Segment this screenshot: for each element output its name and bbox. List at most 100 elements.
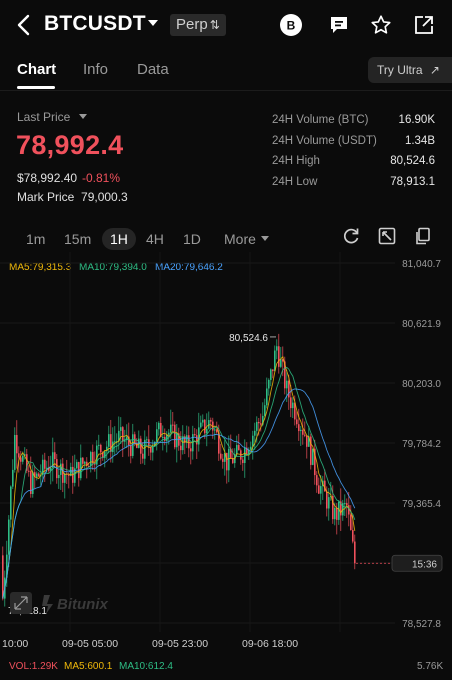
candle-body [208, 420, 210, 429]
candle-body [54, 452, 56, 460]
candle-body [276, 346, 278, 351]
candle-body [76, 462, 78, 469]
mark-price-label: Mark Price [17, 190, 75, 204]
candle-body [46, 467, 48, 469]
candle-body [316, 475, 318, 486]
stat-label: 24H Low [272, 176, 318, 188]
refresh-icon[interactable] [338, 223, 364, 249]
candle-body [28, 470, 30, 472]
candle-body [172, 424, 174, 426]
more-dropdown-icon[interactable] [261, 236, 269, 241]
candle-body [296, 419, 298, 425]
candle-body [188, 435, 190, 449]
candle-body [200, 422, 202, 428]
candle-body [326, 491, 328, 509]
candle-body [260, 423, 262, 425]
back-arrow-icon[interactable] [12, 12, 34, 38]
candle-body [18, 453, 20, 458]
candle-body [170, 424, 172, 433]
candle-body [280, 359, 282, 367]
candle-body [318, 485, 320, 494]
try-ultra-button[interactable]: Try Ultra ↗ [368, 57, 452, 83]
candle-body [256, 421, 258, 431]
candle-body [240, 450, 242, 460]
candle-body [190, 448, 192, 452]
candle-body [2, 555, 4, 599]
tab-data[interactable]: Data [137, 61, 169, 78]
candle-body [302, 429, 304, 435]
y-tick-label: 79,365.4 [402, 499, 441, 510]
candle-body [266, 388, 268, 406]
candle-body [264, 405, 266, 416]
copy-icon[interactable] [410, 223, 436, 249]
stat-value: 1.34B [404, 135, 435, 147]
candle-body [176, 433, 178, 448]
candle-body [100, 444, 102, 453]
interval-15m[interactable]: 15m [64, 228, 91, 250]
bitunix-coin-icon[interactable]: B [278, 12, 304, 38]
candle-body [278, 346, 280, 367]
candle-body [228, 448, 230, 471]
interval-1h[interactable]: 1H [102, 228, 136, 250]
last-price-value: 78,992.4 [16, 130, 124, 160]
candle-body [220, 453, 222, 459]
market-type-badge[interactable]: Perp ⇅ [170, 14, 226, 36]
stat-label: 24H Volume (BTC) [272, 114, 369, 126]
vol-ma5-legend: MA5:600.1 [64, 661, 113, 672]
share-icon[interactable] [411, 12, 437, 38]
candle-body [306, 435, 308, 447]
candle-body [300, 429, 302, 432]
last-price-label[interactable]: Last Price [17, 110, 70, 124]
tab-chart[interactable]: Chart [17, 61, 56, 78]
candle-body [350, 514, 352, 531]
interval-1m[interactable]: 1m [26, 228, 45, 250]
stat-label: 24H Volume (USDT) [272, 135, 377, 147]
y-tick-label: 80,621.9 [402, 319, 441, 330]
x-tick-label: 09-06 18:00 [242, 638, 298, 650]
ma-lines [2, 355, 356, 599]
interval-more[interactable]: More [224, 228, 256, 250]
candle-body [286, 380, 288, 389]
symbol-dropdown-icon[interactable] [148, 20, 158, 26]
tab-info[interactable]: Info [83, 61, 108, 78]
candle-body [32, 472, 34, 494]
y-tick-label: 81,040.7 [402, 259, 441, 270]
candle-body [292, 402, 294, 409]
y-tick-label: 79,784.2 [402, 439, 441, 450]
candlestick-chart[interactable]: 81,040.7 80,621.9 80,203.0 79,784.2 79,365.4… [0, 252, 452, 657]
candle-body [202, 419, 204, 423]
candle-body [168, 432, 170, 435]
mark-price-row: Mark Price 79,000.3 [17, 190, 128, 204]
ma20-line [2, 388, 356, 599]
stat-label: 24H High [272, 155, 320, 167]
fullscreen-icon[interactable] [374, 223, 400, 249]
chat-icon[interactable] [326, 12, 352, 38]
candle-body [242, 459, 244, 463]
candle-body [334, 508, 336, 520]
tabs-divider [0, 90, 452, 91]
candle-body [142, 453, 144, 459]
candle-body [272, 369, 274, 372]
candle-body [162, 436, 164, 438]
interval-1d[interactable]: 1D [183, 228, 201, 250]
candle-body [250, 446, 252, 450]
star-icon[interactable] [368, 12, 394, 38]
candle-body [298, 424, 300, 432]
last-price-dropdown-icon[interactable] [79, 114, 87, 119]
candle-body [58, 474, 60, 479]
try-ultra-label: Try Ultra [377, 63, 423, 77]
vol-axis-max: 5.76K [417, 661, 444, 672]
vol-legend: VOL:1.29K [9, 661, 58, 672]
candle-body [258, 421, 260, 424]
swap-icon: ⇅ [209, 18, 220, 32]
candle-body [44, 459, 46, 469]
candle-body [210, 420, 212, 422]
candle-body [174, 424, 176, 448]
symbol-title[interactable]: BTCUSDT [44, 12, 146, 36]
interval-4h[interactable]: 4H [146, 228, 164, 250]
candle-body [238, 445, 240, 451]
candle-body [84, 461, 86, 464]
candle-body [10, 486, 12, 520]
candle-body [114, 441, 116, 443]
candle-body [206, 428, 208, 434]
